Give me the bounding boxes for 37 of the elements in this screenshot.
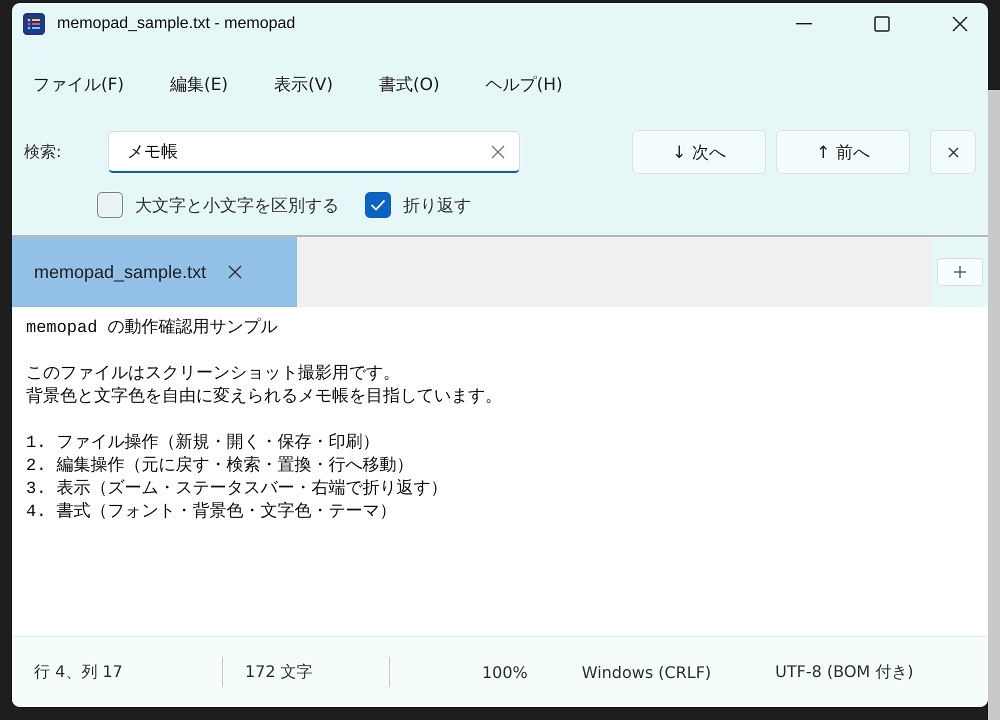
text-line: 背景色と文字色を自由に変えられるメモ帳を目指しています。 — [26, 386, 503, 409]
text-line: 1. ファイル操作（新規・開く・保存・印刷） — [26, 432, 381, 455]
close-tab-icon[interactable] — [228, 265, 242, 279]
menu-item[interactable]: 書式(O) — [378, 72, 440, 96]
menu-item[interactable]: ヘルプ(H) — [486, 72, 563, 96]
text-line: memopad の動作確認用サンプル — [26, 317, 279, 340]
close-icon[interactable] — [948, 146, 958, 158]
clear-icon[interactable] — [491, 144, 505, 158]
text-line: 2. 編集操作（元に戻す・検索・置換・行へ移動） — [26, 455, 415, 478]
menu-item[interactable]: 表示(V) — [274, 72, 333, 96]
checkbox-label: 大文字と小文字を区別する — [135, 194, 339, 216]
window-title: memopad_sample.txt - memopad — [57, 15, 296, 33]
status-text: UTF-8 (BOM 付き) — [774, 662, 915, 682]
search-field[interactable]: メモ帳 — [108, 131, 520, 173]
status-text: 100% — [481, 662, 529, 682]
text-line: このファイルはスクリーンショット撮影用です。 — [26, 363, 401, 386]
search-label: 検索: — [24, 142, 62, 162]
status-text: Windows (CRLF) — [580, 662, 712, 682]
checkbox-label: 折り返す — [403, 194, 471, 216]
checkbox[interactable] — [365, 192, 391, 218]
status-text: 行 4、列 17 — [12, 657, 223, 687]
text-line: 4. 書式（フォント・背景色・文字色・テーマ） — [26, 501, 398, 524]
text-editor[interactable]: memopad の動作確認用サンプル このファイルはスクリーンショット撮影用です。 背景色と文字色を自由に変えられるメモ帳を目指しています。 1. ファイル操作（新規・開く・保存・印刷） 2. 編集操作（元に戻す・検索・置換・行へ移動） 3. 表示（ズーム・ステータスバー・右端で折り返す） 4. 書式（フォント・背景色・文字色・テーマ） — [12, 307, 988, 636]
file-tab[interactable]: memopad_sample.txt — [12, 237, 297, 307]
maximize-icon[interactable] — [874, 16, 890, 32]
status-text: 172 文字 — [223, 657, 390, 687]
close-icon[interactable] — [952, 16, 968, 32]
menu-item[interactable]: 編集(E) — [170, 72, 228, 96]
plus-icon[interactable] — [954, 266, 966, 278]
previous-button[interactable]: ↑ 前へ — [776, 130, 910, 174]
text-line: 3. 表示（ズーム・ステータスバー・右端で折り返す） — [26, 478, 449, 501]
checkmark-icon — [370, 199, 386, 211]
list-icon — [23, 13, 45, 35]
checkbox[interactable] — [97, 192, 123, 218]
menu-item[interactable]: ファイル(F) — [33, 72, 124, 96]
next-button[interactable]: ↓ 次へ — [632, 130, 766, 174]
minimize-icon[interactable] — [796, 23, 812, 25]
